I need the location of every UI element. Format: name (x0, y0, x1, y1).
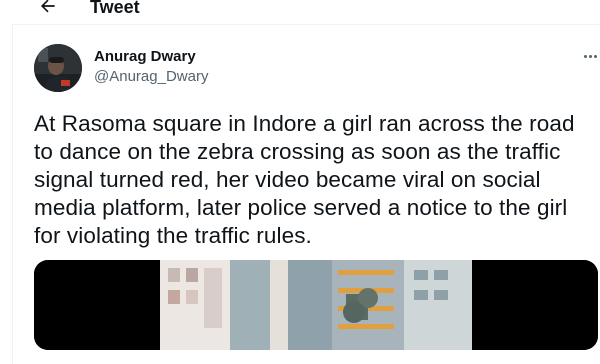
more-horizontal-icon (583, 54, 598, 58)
avatar[interactable] (34, 44, 82, 92)
more-button[interactable] (580, 48, 600, 64)
author-name[interactable]: Anurag Dwary (94, 48, 196, 66)
page-title: Tweet (90, 0, 140, 17)
back-button[interactable] (36, 0, 60, 18)
video-thumbnail (34, 260, 598, 350)
tweet-media[interactable] (34, 260, 598, 350)
author-handle[interactable]: @Anurag_Dwary (94, 68, 208, 86)
arrow-left-icon (40, 0, 55, 13)
top-bar: Tweet (0, 0, 600, 24)
avatar-photo (34, 44, 82, 92)
tweet-text: At Rasoma square in Indore a girl ran ac… (34, 111, 575, 248)
